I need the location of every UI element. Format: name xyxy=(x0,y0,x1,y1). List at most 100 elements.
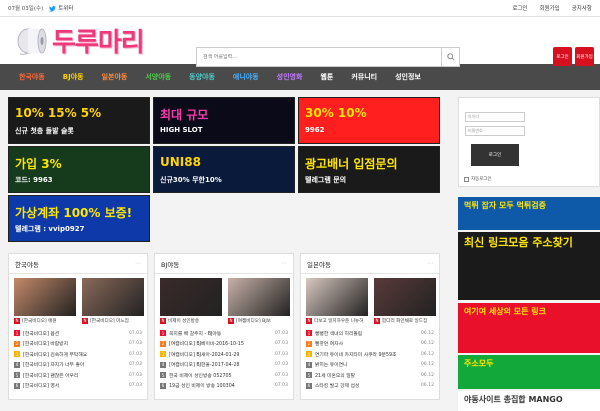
side-banner-3[interactable]: 주소모두 xyxy=(458,355,600,389)
header-signup-button[interactable]: 회원가입 xyxy=(575,47,594,66)
video-thumb[interactable]: N [여캠비디오] BJ보 xyxy=(228,278,290,324)
top-signup-link[interactable]: 회원가입 xyxy=(540,4,560,12)
video-thumb[interactable]: N 다보고 일치하우준 니뉴허 xyxy=(306,278,368,324)
nav-item-3[interactable]: 서양야동 xyxy=(136,72,180,82)
list-item[interactable]: 2 [한국비디오] 바람방지 07.03 xyxy=(14,339,142,350)
list-item[interactable]: 4 [여캠비디오] BJ한울-2017-04-28 07.03 xyxy=(160,360,288,371)
thumb-caption[interactable]: 비제이 성인방송 xyxy=(168,318,199,324)
panel-header: BJ야동 ⋯ xyxy=(155,254,293,274)
list-item-title[interactable]: [한국비디오] 괜찮은 아우리 xyxy=(23,372,127,379)
list-item-title[interactable]: 스타킹 발고 강제 섭성 xyxy=(315,382,419,389)
list-item[interactable]: 5 [한국비디오] 괜찮은 아우리 07.03 xyxy=(14,370,142,381)
thumb-caption[interactable]: 팜다리 화인채로 일드집 xyxy=(382,318,427,324)
header-login-button[interactable]: 로그인 xyxy=(553,47,572,66)
list-item-title[interactable]: 연기파 유이네 카지타미 사쿠라 9분59초 xyxy=(315,351,419,358)
nav-item-0[interactable]: 한국야동 xyxy=(10,72,54,82)
more-icon[interactable]: ⋯ xyxy=(427,260,433,267)
auto-login-checkbox[interactable]: 자동로그인 xyxy=(464,176,492,182)
panel-title[interactable]: 일본야동 xyxy=(307,259,331,269)
thumbnail-image[interactable] xyxy=(374,278,436,316)
list-item[interactable]: 6 19금 성인 비제이 방송 100304 07.03 xyxy=(160,381,288,392)
more-icon[interactable]: ⋯ xyxy=(135,260,141,267)
list-item[interactable]: 2 빨갛던 여자사 06.12 xyxy=(306,339,434,350)
top-login-link[interactable]: 로그인 xyxy=(512,4,527,12)
thumbnail-image[interactable] xyxy=(228,278,290,316)
list-item-title[interactable]: [한국비디오] 옵션 xyxy=(23,330,127,337)
video-thumb[interactable]: N [한국비디오] 애원 xyxy=(14,278,76,324)
list-item-title[interactable]: [한국비디오] 자지가 너무 좋아 xyxy=(23,361,127,368)
nav-item-4[interactable]: 동양야동 xyxy=(180,72,224,82)
list-item-title[interactable]: [한국비디오] 바람방지 xyxy=(23,340,127,347)
list-item-title[interactable]: [여캠비디오] BJ베이비-2016-10-15 xyxy=(169,340,273,347)
twitter-link[interactable]: 트위터 xyxy=(49,4,73,12)
nav-item-1[interactable]: BJ야동 xyxy=(54,72,93,82)
panel-title[interactable]: 한국야동 xyxy=(15,259,39,269)
thumb-caption[interactable]: [여캠비디오] BJ보 xyxy=(236,318,271,324)
thumbnail-image[interactable] xyxy=(160,278,222,316)
video-thumb[interactable]: N [한국비디오] 미느집 xyxy=(82,278,144,324)
rank-badge: 4 xyxy=(160,361,166,368)
list-item[interactable]: 1 꼭지를 배 갈주지 - BJ야동 07.03 xyxy=(160,328,288,339)
thumb-caption[interactable]: [한국비디오] 미느집 xyxy=(90,318,129,324)
list-item-title[interactable]: 밝히는 유이연니 xyxy=(315,361,419,368)
thumbnail-image[interactable] xyxy=(82,278,144,316)
list-item-title[interactable]: [여캠비디오] BJ한울-2017-04-28 xyxy=(169,361,273,368)
list-item-date: 07.03 xyxy=(274,383,288,389)
list-item-date: 07.03 xyxy=(128,383,142,389)
rank-badge: 5 xyxy=(14,372,20,379)
side-banner-2[interactable]: 여기여 세상의 모든 링크 xyxy=(458,303,600,353)
list-item[interactable]: 3 [한국비디오] 김숙하게 부탁해요 07.03 xyxy=(14,349,142,360)
ad-banner-4[interactable]: UNI88 신규30% 무한10% xyxy=(153,146,295,193)
list-item-title[interactable]: [여캠비디오] BJ새아-2024-01-29 xyxy=(169,351,273,358)
list-item[interactable]: 1 [한국비디오] 옵션 07.03 xyxy=(14,328,142,339)
nav-item-2[interactable]: 일본야동 xyxy=(93,72,137,82)
side-banner-0[interactable]: 먹튀 잡자 모두 먹튀검증 xyxy=(458,197,600,230)
list-item-title[interactable]: 뻥뻥한 색녀의 허리돌림 xyxy=(315,330,419,337)
nav-item-8[interactable]: 커뮤니티 xyxy=(342,72,386,82)
ad-banner-6[interactable]: 가상계좌 100% 보증! 텔레그램 : vvip0927 xyxy=(8,195,150,242)
side-banner-1[interactable]: 최신 링크모음 주소찾기 xyxy=(458,232,600,300)
nav-item-7[interactable]: 웹툰 xyxy=(311,72,342,82)
list-item[interactable]: 4 밝히는 유이연니 06.12 xyxy=(306,360,434,371)
list-item[interactable]: 6 [한국비디오] 영서 07.03 xyxy=(14,381,142,392)
list-item[interactable]: 5 한국 비제이 성인방송 052705 07.03 xyxy=(160,370,288,381)
login-id-field[interactable]: 아이디 xyxy=(465,112,525,122)
list-item-title[interactable]: [한국비디오] 김숙하게 부탁해요 xyxy=(23,351,127,358)
list-item[interactable]: 3 연기파 유이네 카지타미 사쿠라 9분59초 06.12 xyxy=(306,349,434,360)
more-icon[interactable]: ⋯ xyxy=(281,260,287,267)
list-item-title[interactable]: 21세 미혼모의 일탈 xyxy=(315,372,419,379)
ad-banner-1[interactable]: 최대 규모 HIGH SLOT xyxy=(153,97,295,144)
list-item-title[interactable]: 빨갛던 여자사 xyxy=(315,340,419,347)
ad-banner-5[interactable]: 광고배너 입점문의 텔레그램 문의 xyxy=(298,146,440,193)
list-item[interactable]: 6 스타킹 발고 강제 섭성 06.12 xyxy=(306,381,434,392)
login-submit-button[interactable]: 로그인 xyxy=(471,144,519,166)
thumb-caption[interactable]: [한국비디오] 애원 xyxy=(22,318,57,324)
search-input[interactable] xyxy=(197,54,441,60)
nav-item-6[interactable]: 성인영화 xyxy=(268,72,312,82)
list-item[interactable]: 2 [여캠비디오] BJ베이비-2016-10-15 07.03 xyxy=(160,339,288,350)
search-button[interactable] xyxy=(441,48,459,66)
ad-banner-0[interactable]: 10% 15% 5% 신규 첫충 돌발 슬롯 xyxy=(8,97,150,144)
list-item-title[interactable]: [한국비디오] 영서 xyxy=(23,382,127,389)
side-banner-4[interactable]: 야동사이트 총집합 MANGO xyxy=(458,391,600,411)
list-item-title[interactable]: 19금 성인 비제이 방송 100304 xyxy=(169,382,273,389)
login-password-field[interactable]: 비밀번호 xyxy=(465,126,525,136)
list-item[interactable]: 3 [여캠비디오] BJ새아-2024-01-29 07.03 xyxy=(160,349,288,360)
thumbnail-image[interactable] xyxy=(306,278,368,316)
ad-banner-2[interactable]: 30% 10% 9962 xyxy=(298,97,440,144)
thumbnail-image[interactable] xyxy=(14,278,76,316)
list-item[interactable]: 5 21세 미혼모의 일탈 06.12 xyxy=(306,370,434,381)
list-item[interactable]: 1 뻥뻥한 색녀의 허리돌림 06.12 xyxy=(306,328,434,339)
ad-banner-3[interactable]: 가입 3% 코드: 9963 xyxy=(8,146,150,193)
top-notice-link[interactable]: 공지사항 xyxy=(572,4,592,12)
panel-title[interactable]: BJ야동 xyxy=(161,259,179,269)
list-item-title[interactable]: 꼭지를 배 갈주지 - BJ야동 xyxy=(169,330,273,337)
site-logo[interactable]: 두루마리 xyxy=(16,22,145,59)
video-thumb[interactable]: N 팜다리 화인채로 일드집 xyxy=(374,278,436,324)
thumb-caption[interactable]: 다보고 일치하우준 니뉴허 xyxy=(314,318,363,324)
list-item-title[interactable]: 한국 비제이 성인방송 052705 xyxy=(169,372,273,379)
nav-item-9[interactable]: 성인정보 xyxy=(386,72,430,82)
list-item[interactable]: 4 [한국비디오] 자지가 너무 좋아 07.03 xyxy=(14,360,142,371)
video-thumb[interactable]: N 비제이 성인방송 xyxy=(160,278,222,324)
nav-item-5[interactable]: 애니야동 xyxy=(224,72,268,82)
